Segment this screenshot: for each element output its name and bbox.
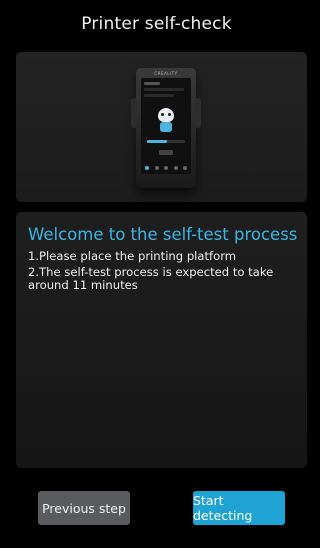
screen-progress-bar <box>147 140 185 143</box>
dock-icon <box>164 166 168 170</box>
mascot-eye <box>161 113 164 116</box>
start-detecting-button[interactable]: Start detecting <box>193 491 285 525</box>
screen-status-bar <box>144 82 160 85</box>
screen-button <box>159 150 173 155</box>
screen-info-row <box>144 94 174 97</box>
previous-step-button[interactable]: Previous step <box>38 491 130 525</box>
dock-icon <box>173 166 178 170</box>
dock-icon <box>183 166 187 170</box>
device-side-handle <box>195 98 201 128</box>
welcome-heading: Welcome to the self-test process <box>28 225 298 244</box>
device-side-handle <box>131 98 137 128</box>
printer-screen-illustration: CREALITY <box>131 68 201 188</box>
page-title: Printer self-check <box>81 14 232 34</box>
screen-dock <box>145 166 187 170</box>
mascot-body <box>160 122 172 132</box>
instruction-step-2: 2.The self-test process is expected to t… <box>28 265 274 292</box>
dock-icon <box>154 166 159 170</box>
printer-illustration-card: CREALITY <box>16 52 307 202</box>
instruction-step-1: 1.Please place the printing platform <box>28 249 237 263</box>
screen-info-row <box>144 88 184 91</box>
device-brand-logo: CREALITY <box>154 71 178 76</box>
device-screen <box>141 78 191 174</box>
home-icon <box>145 166 149 170</box>
mascot-eye <box>168 113 171 116</box>
instructions-card: Welcome to the self-test process 1.Pleas… <box>16 212 307 468</box>
